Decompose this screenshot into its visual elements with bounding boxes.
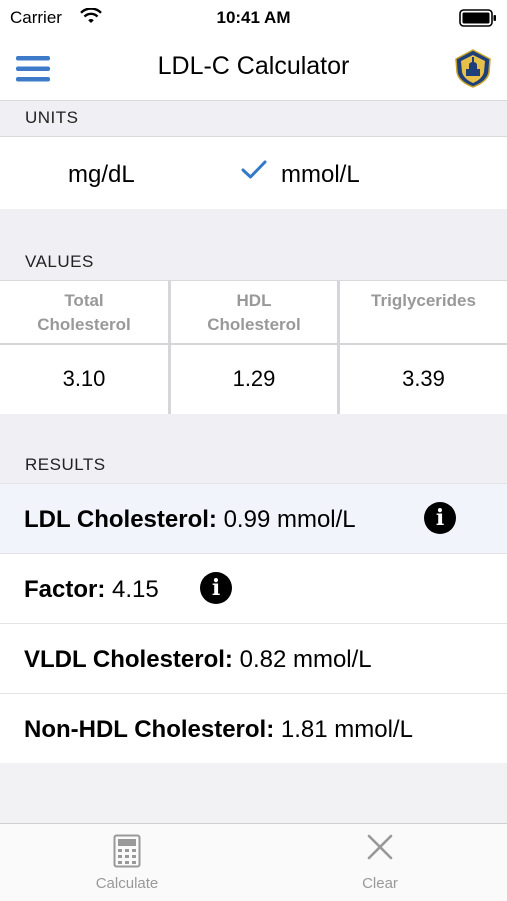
tab-bar: Calculate Clear — [0, 823, 507, 901]
row-divider — [0, 343, 507, 345]
results-header-label: RESULTS — [25, 455, 106, 474]
result-row-ldl: LDL Cholesterol: 0.99 mmol/L i — [0, 483, 507, 553]
checkmark-icon — [241, 159, 267, 188]
battery-icon — [459, 9, 497, 32]
vldl-result-text: VLDL Cholesterol: 0.82 mmol/L — [24, 646, 372, 673]
total-cholesterol-label: Total Cholesterol — [37, 291, 131, 334]
factor-info-icon[interactable]: i — [200, 572, 232, 604]
unit-option-mg-dl[interactable]: mg/dL — [68, 161, 135, 189]
unit-option-mmol-l[interactable]: mmol/L — [281, 161, 360, 189]
values-table: Total Cholesterol 3.10 HDL Cholesterol 1… — [0, 280, 507, 415]
ldl-info-icon[interactable]: i — [424, 502, 456, 534]
close-icon — [367, 834, 393, 864]
non-hdl-result-text: Non-HDL Cholesterol: 1.81 mmol/L — [24, 716, 413, 743]
tab-clear[interactable]: Clear — [310, 824, 450, 901]
triglycerides-input[interactable]: 3.39 — [340, 344, 507, 414]
tab-calculate-label: Calculate — [95, 875, 159, 892]
results-section-header: RESULTS — [0, 414, 507, 483]
navigation-bar: LDL-C Calculator — [0, 36, 507, 101]
tab-calculate[interactable]: Calculate — [57, 824, 197, 901]
triglycerides-label: Triglycerides — [371, 291, 476, 310]
hdl-cholesterol-column: HDL Cholesterol 1.29 — [171, 281, 337, 414]
total-cholesterol-input[interactable]: 3.10 — [0, 344, 168, 414]
units-section-header: UNITS — [0, 101, 507, 136]
tab-clear-label: Clear — [362, 875, 398, 892]
values-header-label: VALUES — [25, 252, 94, 271]
result-row-factor: Factor: 4.15 i — [0, 553, 507, 623]
clock-time: 10:41 AM — [216, 8, 291, 27]
ldl-result-text: LDL Cholesterol: 0.99 mmol/L — [24, 506, 356, 533]
total-cholesterol-column: Total Cholesterol 3.10 — [0, 281, 168, 414]
hdl-cholesterol-input[interactable]: 1.29 — [171, 344, 337, 414]
status-bar: Carrier 10:41 AM — [0, 0, 507, 36]
values-section-header: VALUES — [0, 209, 507, 280]
result-row-vldl: VLDL Cholesterol: 0.82 mmol/L — [0, 623, 507, 693]
units-selector: mg/dL mmol/L — [0, 136, 507, 210]
johns-hopkins-logo-icon — [453, 48, 493, 93]
triglycerides-column: Triglycerides 3.39 — [340, 281, 507, 414]
calculator-icon — [113, 834, 141, 872]
units-header-label: UNITS — [25, 108, 79, 127]
hdl-cholesterol-label: HDL Cholesterol — [207, 291, 301, 334]
page-title: LDL-C Calculator — [157, 52, 350, 80]
result-row-non-hdl: Non-HDL Cholesterol: 1.81 mmol/L — [0, 693, 507, 763]
factor-result-text: Factor: 4.15 — [24, 576, 159, 603]
